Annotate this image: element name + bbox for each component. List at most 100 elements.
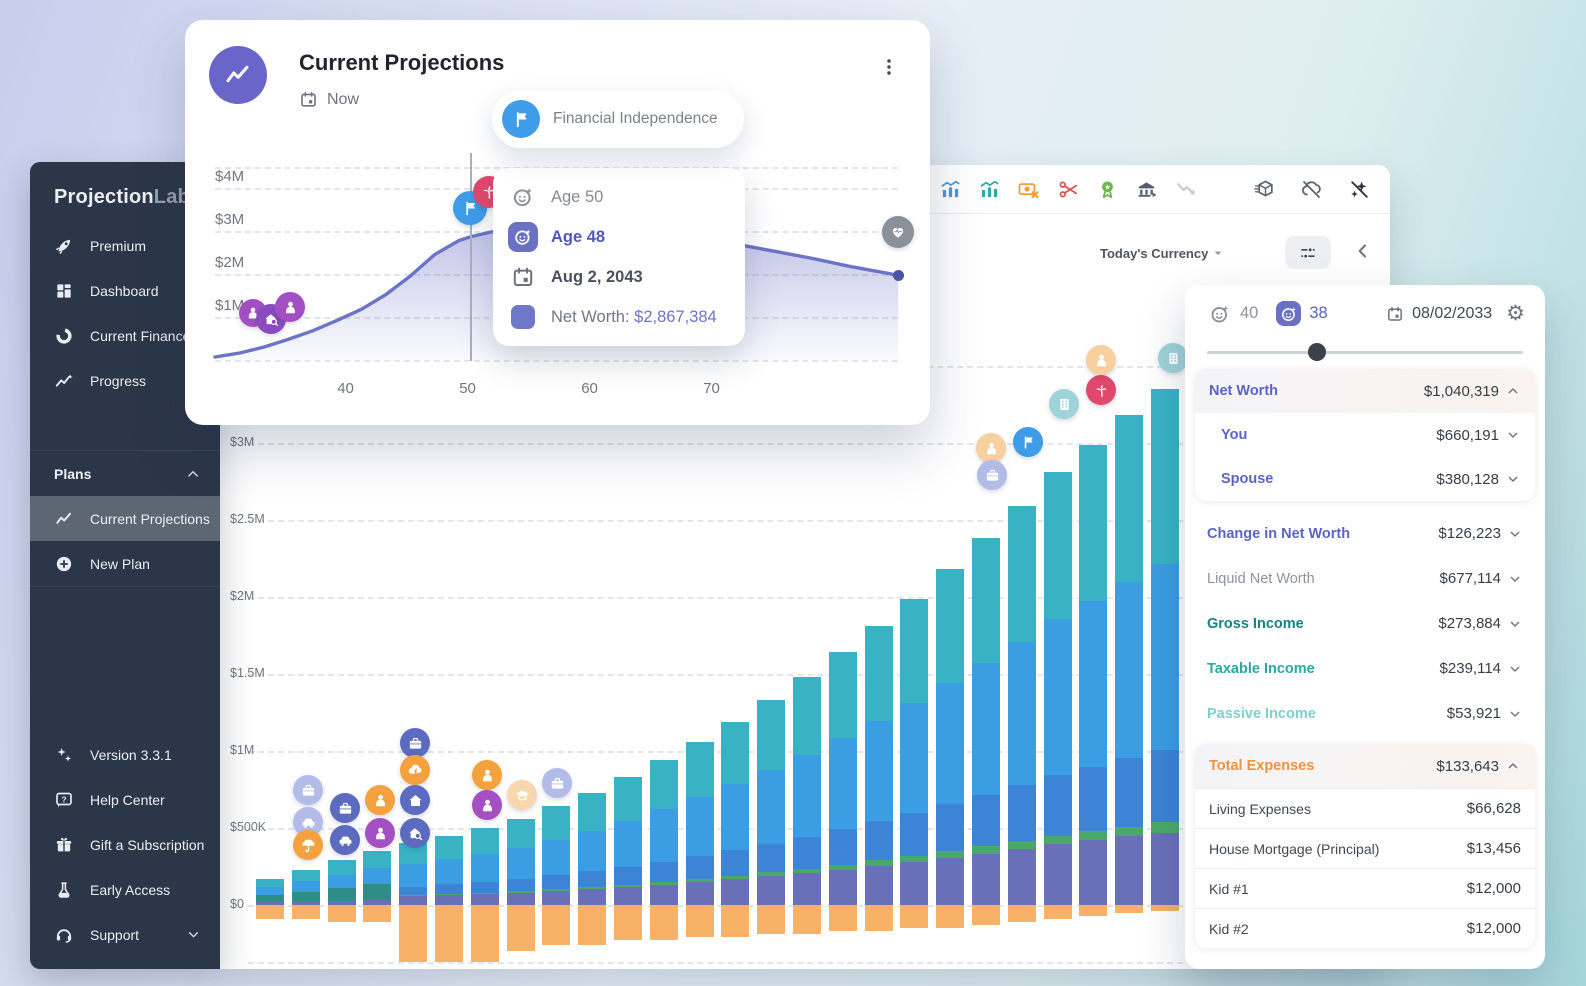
- net-worth-bar[interactable]: [328, 860, 356, 905]
- bar-segment-negative-expenses[interactable]: [435, 905, 463, 962]
- bar-segment-negative-expenses[interactable]: [972, 905, 1000, 925]
- summary-row-passive-income[interactable]: Passive Income$53,921: [1185, 691, 1545, 736]
- event-person-icon[interactable]: [472, 790, 502, 820]
- net-worth-bar[interactable]: [686, 742, 714, 905]
- net-worth-bar[interactable]: [972, 538, 1000, 905]
- bar-segment-negative-expenses[interactable]: [542, 905, 570, 945]
- gear-icon[interactable]: ⚙: [1506, 303, 1525, 324]
- bar-segment-negative-expenses[interactable]: [256, 905, 284, 919]
- event-person-icon[interactable]: [365, 818, 395, 848]
- net-worth-bar[interactable]: [757, 700, 785, 905]
- summary-row-change-in-net-worth[interactable]: Change in Net Worth$126,223: [1185, 511, 1545, 556]
- summary-row-spouse[interactable]: Spouse$380,128: [1195, 457, 1535, 501]
- event-umbrella-icon[interactable]: [293, 830, 323, 860]
- chart-pulse-blue-icon[interactable]: [938, 177, 962, 201]
- event-briefcase-icon[interactable]: [542, 768, 572, 798]
- net-worth-bar[interactable]: [1079, 445, 1107, 905]
- bar-segment-negative-expenses[interactable]: [399, 905, 427, 962]
- financial-independence-pill[interactable]: Financial Independence: [492, 90, 744, 148]
- net-worth-bar[interactable]: [936, 569, 964, 905]
- net-worth-bar[interactable]: [829, 652, 857, 905]
- event-grad-cap-icon[interactable]: [507, 780, 537, 810]
- bar-segment-negative-expenses[interactable]: [829, 905, 857, 931]
- tax-scissors-icon[interactable]: [1056, 177, 1080, 201]
- expense-row-kid-2[interactable]: Kid #2$12,000: [1195, 908, 1535, 948]
- card-menu-button[interactable]: [878, 56, 900, 78]
- cloud-off-icon[interactable]: [1299, 177, 1323, 201]
- bar-segment-negative-expenses[interactable]: [1115, 905, 1143, 913]
- total-expenses-section-header[interactable]: Total Expenses$133,643: [1195, 744, 1535, 788]
- simulation-cube-icon[interactable]: [1253, 177, 1277, 201]
- net-worth-bar[interactable]: [399, 843, 427, 905]
- bar-segment-negative-expenses[interactable]: [1044, 905, 1072, 919]
- trend-down-icon[interactable]: [1174, 177, 1198, 201]
- summary-row-gross-income[interactable]: Gross Income$273,884: [1185, 601, 1545, 646]
- expense-row-kid-1[interactable]: Kid #1$12,000: [1195, 868, 1535, 908]
- expense-row-house-mortgage-principal-[interactable]: House Mortgage (Principal)$13,456: [1195, 828, 1535, 868]
- event-person-icon[interactable]: [1086, 345, 1116, 375]
- sidebar-item-new-plan[interactable]: New Plan: [30, 541, 220, 586]
- event-briefcase-icon[interactable]: [293, 775, 323, 805]
- net-worth-bar[interactable]: [578, 793, 606, 905]
- event-briefcase-icon[interactable]: [330, 793, 360, 823]
- award-icon[interactable]: [1095, 177, 1119, 201]
- net-worth-bar[interactable]: [1044, 472, 1072, 905]
- net-worth-bar[interactable]: [1008, 506, 1036, 905]
- sidebar-item-help-center[interactable]: ?Help Center: [30, 777, 220, 822]
- net-worth-bar[interactable]: [900, 599, 928, 905]
- net-worth-bar[interactable]: [435, 836, 463, 905]
- event-house-icon[interactable]: [400, 785, 430, 815]
- net-worth-bar[interactable]: [1151, 389, 1179, 905]
- net-worth-bar[interactable]: [256, 879, 284, 905]
- net-worth-bar[interactable]: [292, 870, 320, 905]
- sidebar-item-current-projections[interactable]: Current Projections: [30, 496, 220, 541]
- bar-segment-negative-expenses[interactable]: [363, 905, 391, 922]
- bar-segment-negative-expenses[interactable]: [292, 905, 320, 919]
- net-worth-bar[interactable]: [363, 851, 391, 905]
- bar-segment-negative-expenses[interactable]: [721, 905, 749, 937]
- event-heart-icon[interactable]: [882, 216, 914, 248]
- event-cloud-bolt-icon[interactable]: [400, 755, 430, 785]
- bar-segment-negative-expenses[interactable]: [1008, 905, 1036, 922]
- bar-segment-negative-expenses[interactable]: [650, 905, 678, 940]
- bar-segment-negative-expenses[interactable]: [578, 905, 606, 945]
- summary-row-taxable-income[interactable]: Taxable Income$239,114: [1185, 646, 1545, 691]
- event-person-icon[interactable]: [472, 760, 502, 790]
- event-briefcase-icon[interactable]: [400, 728, 430, 758]
- bar-segment-negative-expenses[interactable]: [1151, 905, 1179, 911]
- net-worth-bar[interactable]: [650, 760, 678, 905]
- bar-segment-negative-expenses[interactable]: [865, 905, 893, 931]
- event-person-icon[interactable]: [275, 292, 305, 322]
- event-person-icon[interactable]: [976, 433, 1006, 463]
- bank-transfer-icon[interactable]: [1134, 177, 1158, 201]
- money-cancel-icon[interactable]: [1016, 177, 1040, 201]
- bar-segment-negative-expenses[interactable]: [328, 905, 356, 922]
- sidebar-item-early-access[interactable]: Early Access: [30, 867, 220, 912]
- sidebar-item-support[interactable]: Support: [30, 912, 220, 957]
- event-person-icon[interactable]: [365, 785, 395, 815]
- bar-segment-negative-expenses[interactable]: [1079, 905, 1107, 916]
- bar-segment-negative-expenses[interactable]: [936, 905, 964, 928]
- event-briefcase-icon[interactable]: [977, 460, 1007, 490]
- net-worth-bar[interactable]: [614, 777, 642, 905]
- event-house-search-icon[interactable]: [400, 818, 430, 848]
- bar-segment-negative-expenses[interactable]: [900, 905, 928, 928]
- net-worth-bar[interactable]: [471, 828, 499, 905]
- event-building-icon[interactable]: [1158, 343, 1188, 373]
- net-worth-bar[interactable]: [865, 626, 893, 905]
- net-worth-bar[interactable]: [542, 806, 570, 905]
- date-display[interactable]: 08/02/2033: [1386, 305, 1492, 323]
- bar-segment-negative-expenses[interactable]: [471, 905, 499, 962]
- collapse-panel-button[interactable]: [1352, 240, 1376, 264]
- event-palm-icon[interactable]: [1086, 375, 1116, 405]
- summary-row-you[interactable]: You$660,191: [1195, 413, 1535, 457]
- bar-segment-negative-expenses[interactable]: [507, 905, 535, 951]
- sidebar-section-plans[interactable]: Plans: [30, 451, 220, 496]
- event-building-icon[interactable]: [1049, 389, 1079, 419]
- event-car-icon[interactable]: [330, 825, 360, 855]
- age-spouse-chip[interactable]: 38: [1276, 301, 1327, 326]
- net-worth-bar[interactable]: [721, 722, 749, 905]
- net-worth-section-header[interactable]: Net Worth$1,040,319: [1195, 369, 1535, 413]
- sidebar-item-gift-a-subscription[interactable]: Gift a Subscription: [30, 822, 220, 867]
- age-you-chip[interactable]: 40: [1207, 301, 1258, 326]
